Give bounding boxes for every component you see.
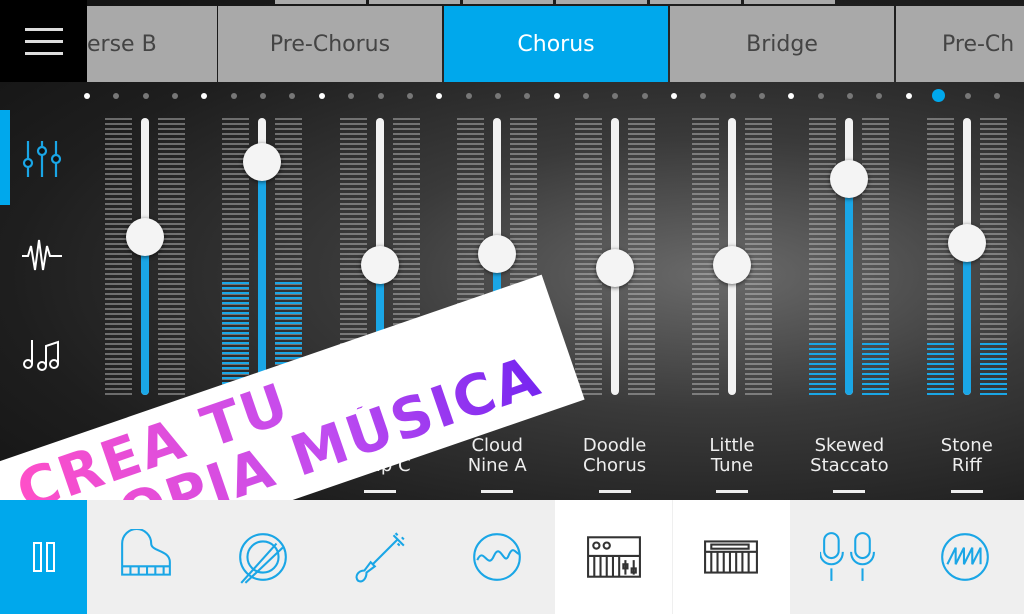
step-dot xyxy=(406,93,413,99)
mixer-icon[interactable] xyxy=(20,137,64,181)
tab-chorus[interactable]: Chorus xyxy=(444,6,668,82)
level-meter-left xyxy=(105,118,132,398)
step-dot xyxy=(84,93,90,99)
step-indicator xyxy=(0,89,1024,104)
channel-strip: Stone Riff xyxy=(926,110,1007,500)
level-meter-left xyxy=(809,118,837,398)
step-dot xyxy=(641,93,648,99)
channel-underline[interactable] xyxy=(716,490,748,493)
channel-underline[interactable] xyxy=(363,490,396,493)
channel-label: Little Tune xyxy=(709,435,755,476)
tab-verse-b[interactable]: erse B xyxy=(87,6,217,82)
fader-knob[interactable] xyxy=(478,234,517,273)
step-dot xyxy=(905,93,912,99)
hamburger-icon xyxy=(24,27,63,31)
tab-bridge[interactable]: Bridge xyxy=(670,6,894,82)
channel-label: Stone Riff xyxy=(940,435,993,476)
step-dot xyxy=(876,93,883,99)
step-dot xyxy=(494,93,501,99)
pause-button[interactable] xyxy=(0,500,87,614)
channel-label: Skewed Staccato xyxy=(810,435,889,476)
step-dot xyxy=(436,93,443,99)
grand-piano-button[interactable] xyxy=(87,500,204,614)
step-dot xyxy=(113,93,120,99)
step-dot xyxy=(318,93,325,99)
step-dot xyxy=(700,93,707,99)
sawtooth-wave-icon xyxy=(941,533,990,581)
tab-pre-chorus[interactable]: Pre-Chorus xyxy=(218,6,442,82)
sawtooth-wave-button[interactable] xyxy=(907,500,1024,614)
microphones-button[interactable] xyxy=(790,500,907,614)
step-dot xyxy=(788,93,795,99)
synth-icon xyxy=(586,536,641,578)
drum-button[interactable] xyxy=(204,500,321,614)
fader-knob[interactable] xyxy=(126,218,164,257)
fader-knob[interactable] xyxy=(713,245,751,284)
waveform-icon[interactable] xyxy=(20,234,64,278)
bass-guitar-button[interactable] xyxy=(321,500,438,614)
step-dot xyxy=(260,93,267,99)
fader-knob[interactable] xyxy=(947,223,986,262)
step-dot xyxy=(201,93,208,99)
step-dot xyxy=(993,93,1000,99)
pause-icon xyxy=(32,542,55,572)
channel-strip: Skewed Staccato xyxy=(809,110,890,500)
step-dot xyxy=(377,93,384,99)
grand-piano-icon xyxy=(120,529,171,576)
drum-icon xyxy=(238,533,287,584)
menu-button[interactable] xyxy=(0,0,87,82)
section-tabs: erse B Pre-Chorus Chorus Bridge Pre-Ch xyxy=(87,6,1024,82)
wave-pad-button[interactable] xyxy=(438,500,555,614)
top-strip xyxy=(275,0,835,4)
step-dot xyxy=(847,93,854,99)
level-meter-right xyxy=(862,118,890,398)
level-meter-right xyxy=(979,118,1007,398)
step-dot xyxy=(729,93,736,99)
level-meter-left xyxy=(926,118,954,398)
step-dot xyxy=(348,93,355,99)
channel-underline[interactable] xyxy=(598,490,631,493)
synth-button[interactable] xyxy=(555,500,673,614)
step-dot xyxy=(817,93,824,99)
level-meter-right xyxy=(158,118,185,398)
step-dot xyxy=(289,93,296,99)
bass-guitar-icon xyxy=(355,532,405,583)
keyboard-icon xyxy=(704,540,758,574)
music-notes-icon[interactable] xyxy=(20,332,64,376)
step-dot xyxy=(465,93,472,99)
step-dot xyxy=(612,93,619,99)
instrument-bar xyxy=(0,500,1024,614)
fader-knob[interactable] xyxy=(360,245,399,284)
step-dot xyxy=(142,93,149,99)
channel-strip: Little Tune xyxy=(692,110,772,500)
fader-knob[interactable] xyxy=(595,248,634,287)
step-dot xyxy=(230,93,237,99)
channel-underline[interactable] xyxy=(481,490,514,493)
step-dot xyxy=(553,93,560,99)
step-dot xyxy=(524,93,531,99)
tab-pre-chorus-2[interactable]: Pre-Ch xyxy=(896,6,1024,82)
step-dot xyxy=(964,93,971,99)
fader-track[interactable] xyxy=(141,118,149,395)
microphones-icon xyxy=(820,532,876,581)
channel-underline[interactable] xyxy=(833,490,866,493)
keyboard-button[interactable] xyxy=(672,500,790,614)
channel-label: Doodle Chorus xyxy=(582,435,647,476)
step-dot xyxy=(172,93,179,99)
channel-strip: Doodle Chorus xyxy=(574,110,655,500)
step-dot xyxy=(759,93,766,99)
channel-underline[interactable] xyxy=(950,490,983,493)
step-dot xyxy=(582,93,589,99)
playhead-dot xyxy=(932,89,946,102)
wave-pad-icon xyxy=(472,533,521,581)
step-dot xyxy=(671,93,677,99)
sidebar-active-indicator xyxy=(0,110,10,205)
